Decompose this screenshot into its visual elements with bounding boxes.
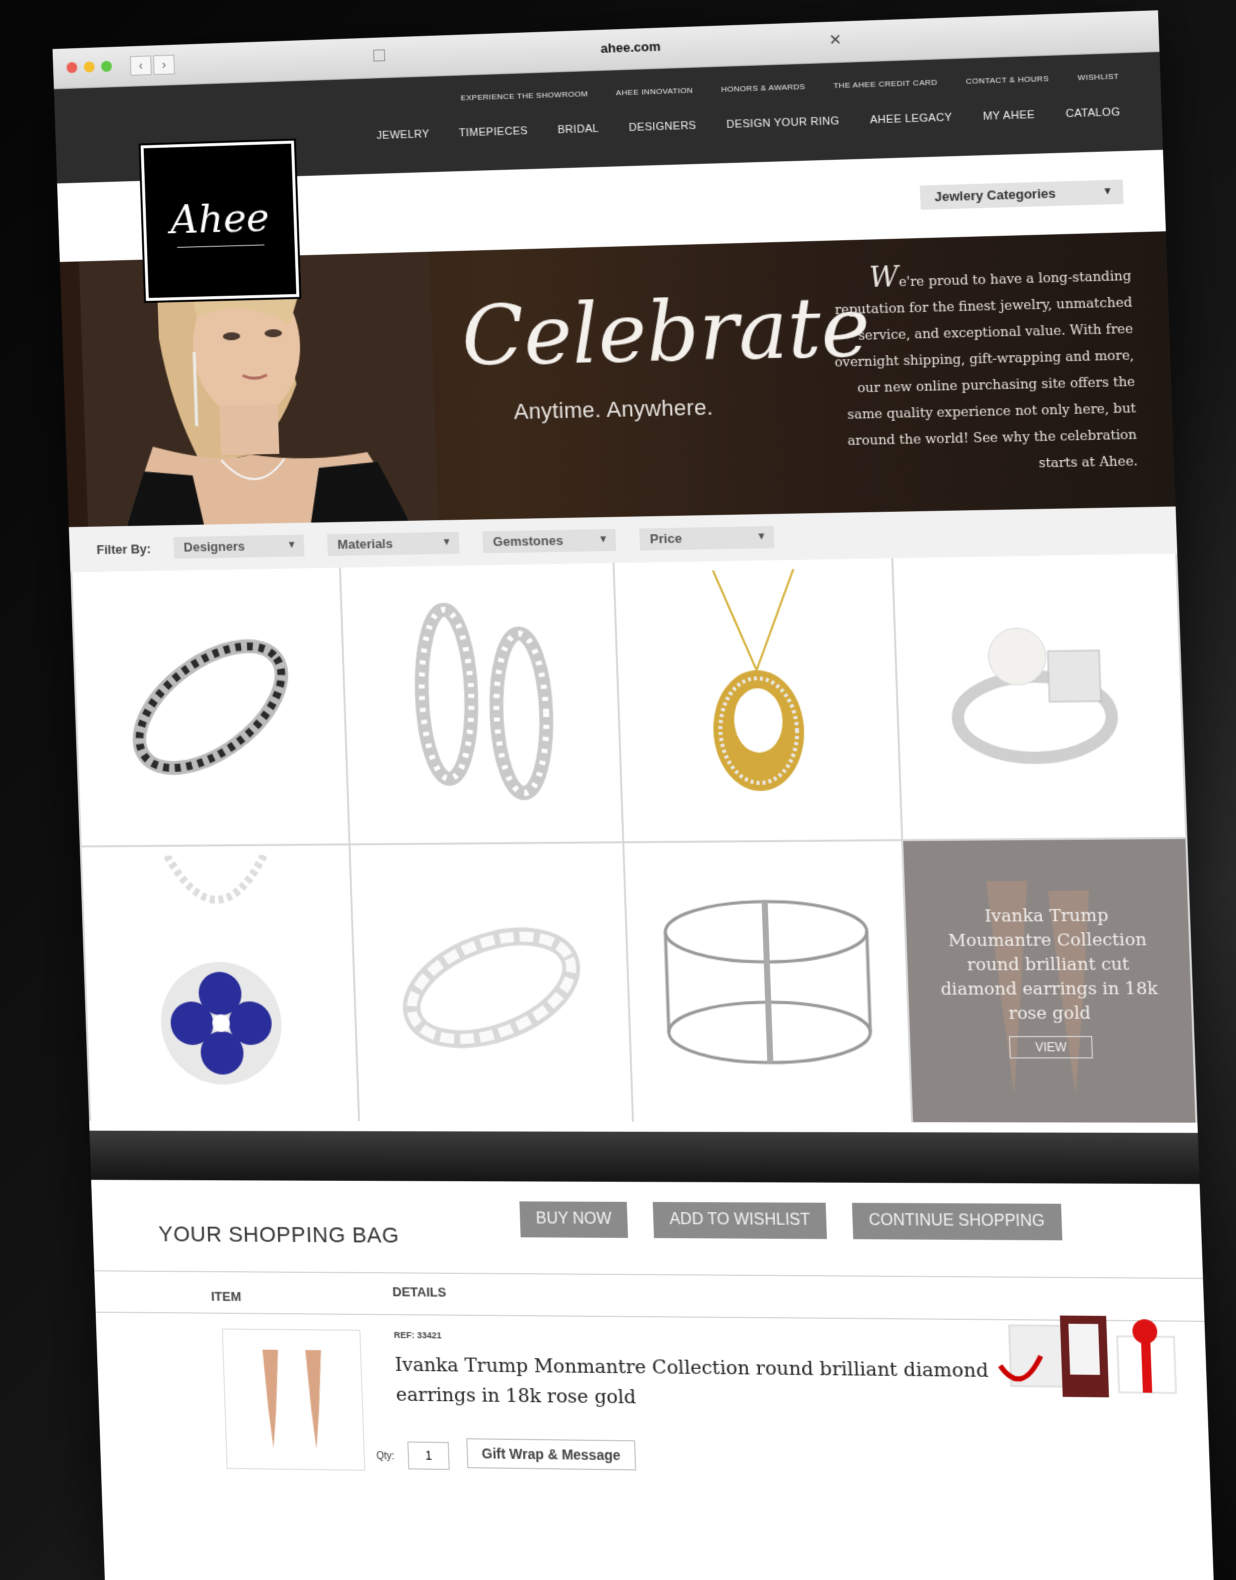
gemstones-filter[interactable]: Gemstones ▼ bbox=[482, 528, 617, 554]
price-filter[interactable]: Price ▼ bbox=[639, 526, 775, 551]
shopping-bag-title: YOUR SHOPPING BAG bbox=[158, 1221, 400, 1248]
blurb-text: e're proud to have a long-standing reput… bbox=[834, 268, 1139, 472]
window-controls bbox=[66, 60, 113, 74]
shopping-bag: YOUR SHOPPING BAG BUY NOW ADD TO WISHLIS… bbox=[91, 1179, 1212, 1522]
jewelry-categories-select[interactable]: Jewlery Categories ▼ bbox=[919, 179, 1124, 210]
minimize-window-button[interactable] bbox=[83, 61, 95, 73]
utility-nav: EXPERIENCE THE SHOWROOM AHEE INNOVATION … bbox=[461, 72, 1120, 103]
forward-arrow-icon[interactable]: › bbox=[153, 54, 175, 76]
buy-now-button[interactable]: BUY NOW bbox=[519, 1201, 629, 1238]
logo-wordmark: Ahee bbox=[169, 194, 271, 243]
nav-credit-card[interactable]: THE AHEE CREDIT CARD bbox=[833, 78, 937, 91]
hero-blurb: We're proud to have a long-standing repu… bbox=[824, 258, 1138, 482]
nav-catalog[interactable]: CATALOG bbox=[1065, 106, 1120, 120]
featured-product-card[interactable]: Ivanka Trump Moumantre Collection round … bbox=[903, 838, 1196, 1123]
product-grid: Ivanka Trump Moumantre Collection round … bbox=[70, 553, 1198, 1123]
nav-jewelry[interactable]: JEWELRY bbox=[376, 128, 429, 142]
pearl-ring-icon bbox=[933, 594, 1145, 800]
continue-shopping-button[interactable]: CONTINUE SHOPPING bbox=[851, 1202, 1062, 1241]
add-to-wishlist-button[interactable]: ADD TO WISHLIST bbox=[652, 1201, 827, 1240]
cuff-bracelet-icon bbox=[653, 881, 882, 1083]
category-select-label: Jewlery Categories bbox=[934, 185, 1056, 205]
view-button[interactable]: VIEW bbox=[1009, 1036, 1093, 1059]
materials-filter[interactable]: Materials ▼ bbox=[327, 531, 460, 556]
divider bbox=[94, 1270, 1203, 1279]
gift-boxes-icon bbox=[987, 1315, 1187, 1398]
eternity-band-icon bbox=[389, 893, 593, 1073]
nav-design-your-ring[interactable]: DESIGN YOUR RING bbox=[726, 115, 840, 131]
nav-contact-hours[interactable]: CONTACT & HOURS bbox=[966, 74, 1049, 86]
bangle-icon bbox=[110, 607, 311, 807]
sapphire-pendant-icon bbox=[137, 855, 284, 1085]
back-arrow-icon[interactable]: ‹ bbox=[129, 55, 152, 76]
nav-experience-showroom[interactable]: EXPERIENCE THE SHOWROOM bbox=[461, 89, 589, 102]
hoop-earrings-icon bbox=[379, 593, 584, 815]
close-window-button[interactable] bbox=[66, 61, 78, 74]
history-nav: ‹ › bbox=[129, 54, 175, 76]
chevron-down-icon: ▼ bbox=[1102, 185, 1113, 198]
product-card[interactable] bbox=[340, 563, 623, 844]
product-card[interactable] bbox=[893, 553, 1186, 840]
hero-headline: Celebrate bbox=[460, 279, 872, 386]
gemstones-filter-label: Gemstones bbox=[492, 532, 564, 550]
filter-label: Filter By: bbox=[96, 540, 152, 557]
featured-product-text: Ivanka Trump Moumantre Collection round … bbox=[940, 905, 1159, 1024]
address-bar[interactable]: ahee.com bbox=[462, 32, 802, 64]
pendant-necklace-icon bbox=[672, 568, 842, 792]
materials-filter-label: Materials bbox=[337, 535, 394, 552]
nav-ahee-legacy[interactable]: AHEE LEGACY bbox=[870, 112, 953, 127]
cart-product-name: Ivanka Trump Monmantre Collection round … bbox=[394, 1353, 989, 1409]
browser-window: ‹ › ahee.com ✕ Ahee EXPERIENCE THE SHOWR… bbox=[52, 10, 1215, 1580]
bag-actions: BUY NOW ADD TO WISHLIST CONTINUE SHOPPIN… bbox=[519, 1201, 1062, 1241]
cart-item-thumbnail bbox=[221, 1328, 366, 1471]
designers-filter-label: Designers bbox=[183, 538, 246, 555]
main-nav: JEWELRY TIMEPIECES BRIDAL DESIGNERS DESI… bbox=[376, 106, 1120, 142]
product-ref: REF: 33421 bbox=[393, 1330, 442, 1341]
nav-wishlist[interactable]: WISHLIST bbox=[1077, 72, 1119, 83]
designers-filter[interactable]: Designers ▼ bbox=[173, 534, 305, 559]
tab-grid-icon[interactable] bbox=[373, 49, 386, 62]
chevron-down-icon: ▼ bbox=[756, 531, 767, 543]
chevron-down-icon: ▼ bbox=[598, 534, 609, 546]
nav-bridal[interactable]: BRIDAL bbox=[557, 123, 599, 136]
product-card[interactable] bbox=[350, 843, 632, 1122]
chevron-down-icon: ▼ bbox=[286, 539, 297, 551]
close-tab-icon[interactable]: ✕ bbox=[829, 30, 842, 49]
quantity-field[interactable]: 1 bbox=[407, 1441, 450, 1470]
chevron-down-icon: ▼ bbox=[441, 536, 452, 549]
gift-wrap-button[interactable]: Gift Wrap & Message bbox=[466, 1438, 636, 1471]
qty-label: Qty: bbox=[376, 1451, 395, 1463]
price-filter-label: Price bbox=[649, 530, 683, 547]
nav-my-ahee[interactable]: MY AHEE bbox=[983, 109, 1035, 123]
col-details: DETAILS bbox=[392, 1284, 447, 1300]
col-item: ITEM bbox=[210, 1288, 242, 1304]
nav-timepieces[interactable]: TIMEPIECES bbox=[459, 125, 528, 139]
nav-honors-awards[interactable]: HONORS & AWARDS bbox=[721, 82, 805, 94]
section-divider bbox=[89, 1130, 1200, 1184]
blurb-initial: W bbox=[868, 259, 900, 295]
maximize-window-button[interactable] bbox=[101, 60, 113, 72]
product-card[interactable] bbox=[81, 845, 359, 1122]
product-card[interactable] bbox=[624, 841, 912, 1123]
nav-ahee-innovation[interactable]: AHEE INNOVATION bbox=[616, 86, 693, 98]
nav-designers[interactable]: DESIGNERS bbox=[629, 120, 697, 134]
site-logo[interactable]: Ahee bbox=[138, 138, 302, 304]
product-card[interactable] bbox=[72, 567, 349, 846]
logo-rule bbox=[176, 243, 265, 248]
product-card[interactable] bbox=[614, 558, 902, 842]
hero-subhead: Anytime. Anywhere. bbox=[513, 394, 714, 425]
